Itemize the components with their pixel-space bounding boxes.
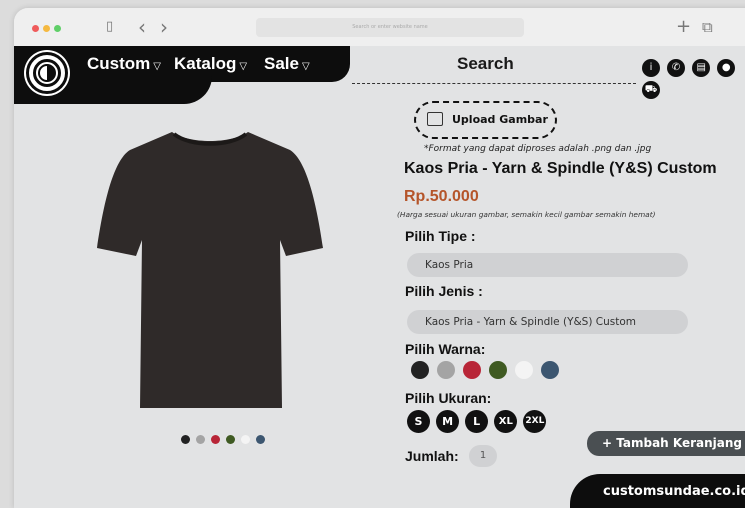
copy-tab-icon[interactable]: ⧉	[702, 17, 713, 37]
kind-label: Pilih Jenis :	[405, 283, 483, 299]
whatsapp-icon[interactable]: ✆	[667, 59, 686, 77]
color-label: Pilih Warna:	[405, 341, 486, 357]
quantity-input[interactable]: 1	[469, 445, 497, 467]
thumbnail-blue[interactable]	[256, 435, 266, 444]
size-s-button[interactable]: S	[407, 410, 430, 433]
color-picker	[411, 359, 562, 379]
thumbnail-green[interactable]	[226, 435, 236, 444]
new-tab-icon[interactable]: +	[676, 17, 691, 37]
type-value: Kaos Pria	[425, 259, 474, 271]
thumbnail-white[interactable]	[241, 435, 251, 444]
search-underline	[352, 83, 636, 84]
sidebar-toggle-icon[interactable]: ▯	[106, 17, 113, 37]
product-price: Rp.50.000	[404, 188, 479, 205]
product-title: Kaos Pria - Yarn & Spindle (Y&S) Custom	[404, 160, 717, 177]
color-swatch-blue[interactable]	[541, 360, 560, 379]
type-label: Pilih Tipe :	[405, 228, 476, 244]
address-bar-placeholder: Search or enter website name	[352, 24, 428, 30]
size-picker: S M L XL 2XL	[407, 410, 547, 434]
chevron-down-icon: ▽	[239, 61, 248, 72]
upload-label: Upload Gambar	[452, 113, 548, 126]
size-label: Pilih Ukuran:	[405, 390, 492, 406]
info-icon[interactable]: i	[642, 59, 660, 77]
thumbnail-gray[interactable]	[196, 435, 206, 444]
type-select[interactable]: Kaos Pria	[407, 253, 688, 277]
brand-logo-icon[interactable]	[26, 52, 68, 94]
price-note: (Harga sesuai ukuran gambar, semakin kec…	[397, 210, 656, 219]
thumbnail-black[interactable]	[181, 435, 190, 444]
upload-format-note: *Format yang dapat diproses adalah .png …	[424, 144, 652, 154]
chevron-down-icon: ▽	[301, 61, 310, 72]
nav-sale-label: Sale	[264, 54, 299, 73]
product-thumbnails	[181, 429, 266, 444]
color-swatch-black[interactable]	[411, 360, 429, 379]
product-image	[97, 132, 323, 408]
chevron-down-icon: ▽	[153, 61, 161, 72]
tshirt-shape	[97, 132, 323, 408]
app-window: ▯ ‹ › Search or enter website name + ⧉ C…	[14, 8, 745, 508]
image-icon	[427, 112, 443, 126]
color-swatch-red[interactable]	[463, 360, 482, 379]
nav-katalog[interactable]: Katalog ▽	[174, 52, 247, 79]
thumbnail-red[interactable]	[211, 435, 221, 444]
cart-icon[interactable]: ⛟	[642, 81, 660, 99]
color-swatch-white[interactable]	[515, 360, 534, 379]
color-swatch-gray[interactable]	[437, 360, 456, 379]
footer-domain[interactable]: customsundae.co.id	[570, 474, 745, 508]
order-icon[interactable]: ▤	[692, 59, 711, 77]
color-swatch-green[interactable]	[489, 360, 508, 379]
kind-value: Kaos Pria - Yarn & Spindle (Y&S) Custom	[425, 316, 637, 328]
nav-custom-label: Custom	[87, 54, 151, 73]
back-icon[interactable]: ‹	[138, 17, 146, 37]
size-l-button[interactable]: L	[465, 410, 489, 433]
forward-icon[interactable]: ›	[160, 17, 168, 37]
user-icon[interactable]: ●	[717, 59, 736, 77]
add-to-cart-button[interactable]: + Tambah Keranjang	[587, 431, 745, 456]
browser-toolbar: ▯ ‹ › Search or enter website name + ⧉	[14, 8, 745, 46]
address-bar[interactable]: Search or enter website name	[256, 18, 524, 37]
size-xl-button[interactable]: XL	[494, 410, 518, 433]
nav-sale[interactable]: Sale ▽	[264, 52, 310, 79]
search-input[interactable]: Search	[457, 52, 514, 76]
size-2xl-button[interactable]: 2XL	[523, 410, 547, 433]
minimize-window-button[interactable]	[43, 25, 50, 32]
size-m-button[interactable]: M	[436, 410, 460, 433]
close-window-button[interactable]	[32, 25, 39, 32]
header-icons: i ✆ ▤ ● ⛟	[642, 55, 745, 99]
kind-select[interactable]: Kaos Pria - Yarn & Spindle (Y&S) Custom	[407, 310, 688, 334]
quantity-label: Jumlah:	[405, 448, 459, 464]
upload-image-button[interactable]: Upload Gambar	[414, 101, 557, 139]
nav-katalog-label: Katalog	[174, 54, 237, 73]
nav-custom[interactable]: Custom ▽	[87, 52, 161, 79]
maximize-window-button[interactable]	[54, 25, 61, 32]
logo-core	[38, 64, 56, 82]
